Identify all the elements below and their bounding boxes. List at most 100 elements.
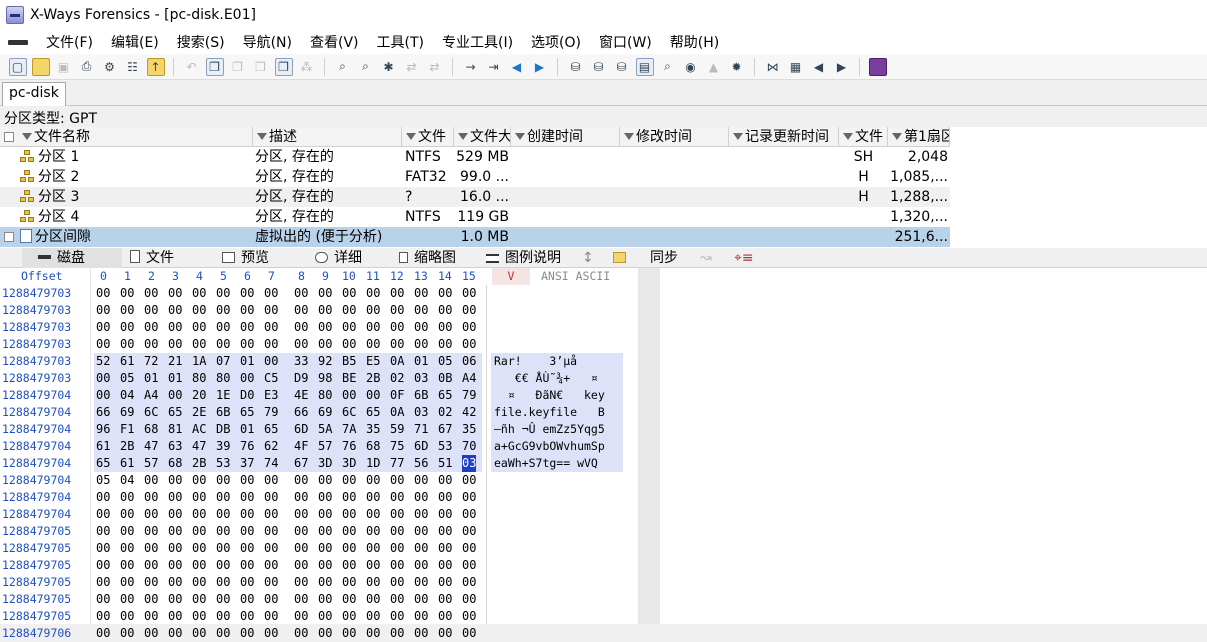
menu-navigation[interactable]: 导航(N) [234, 30, 301, 54]
hex-byte[interactable]: 00 [96, 557, 110, 574]
up-down-icon[interactable]: ↕ [582, 248, 596, 268]
hex-byte[interactable]: AC [192, 421, 206, 438]
hex-byte[interactable]: 00 [414, 591, 428, 608]
hex-byte[interactable]: 00 [96, 387, 110, 404]
hex-byte[interactable]: 00 [168, 319, 182, 336]
hex-byte[interactable]: 00 [414, 302, 428, 319]
help-book-icon[interactable] [868, 57, 887, 76]
hex-byte[interactable]: 00 [342, 608, 356, 625]
hex-byte[interactable]: 00 [390, 285, 404, 302]
hex-byte[interactable]: 00 [264, 319, 278, 336]
hex-byte[interactable]: 00 [390, 625, 404, 642]
hex-byte[interactable]: 00 [192, 319, 206, 336]
hex-byte[interactable]: 00 [120, 489, 134, 506]
hex-byte[interactable]: 81 [168, 421, 182, 438]
hex-byte[interactable]: A4 [144, 387, 158, 404]
filter-icon[interactable] [843, 133, 853, 140]
hex-byte[interactable]: 00 [438, 625, 452, 642]
menu-search[interactable]: 搜索(S) [168, 30, 234, 54]
hex-byte[interactable]: 00 [366, 608, 380, 625]
filter-icon[interactable] [624, 133, 634, 140]
hex-byte[interactable]: 6B [414, 387, 428, 404]
hex-byte[interactable]: 00 [264, 557, 278, 574]
hex-byte[interactable]: 00 [144, 540, 158, 557]
hex-byte[interactable]: 67 [438, 421, 452, 438]
hex-byte[interactable]: 07 [216, 353, 230, 370]
hex-byte[interactable]: 00 [390, 523, 404, 540]
hex-byte[interactable]: 2B [120, 438, 134, 455]
hex-byte[interactable]: 68 [144, 421, 158, 438]
menu-specialist[interactable]: 专业工具(I) [433, 30, 522, 54]
hex-byte[interactable]: 00 [144, 625, 158, 642]
hex-byte[interactable]: 1A [192, 353, 206, 370]
hex-byte[interactable]: 00 [216, 540, 230, 557]
hex-byte[interactable]: 00 [264, 353, 278, 370]
hex-byte[interactable]: B5 [342, 353, 356, 370]
hex-byte[interactable]: 1E [216, 387, 230, 404]
hex-byte[interactable]: 51 [438, 455, 452, 472]
sync-button[interactable]: 同步 [650, 248, 690, 268]
hex-byte[interactable]: 00 [216, 574, 230, 591]
hex-byte[interactable]: 00 [144, 336, 158, 353]
hex-byte[interactable]: 00 [96, 336, 110, 353]
hex-byte[interactable]: 00 [414, 472, 428, 489]
filter-icon[interactable] [257, 133, 267, 140]
tab-gallery[interactable]: 缩略图 [399, 248, 489, 268]
hex-byte[interactable]: 01 [240, 421, 254, 438]
hex-byte[interactable]: 00 [462, 574, 476, 591]
hex-byte[interactable]: 00 [240, 608, 254, 625]
explorer-icon[interactable] [613, 248, 631, 268]
hex-byte[interactable]: 35 [462, 421, 476, 438]
hex-byte[interactable]: 00 [216, 591, 230, 608]
hex-byte[interactable]: 00 [462, 625, 476, 642]
hex-byte[interactable]: 00 [414, 574, 428, 591]
ascii-text[interactable]: a+GcG9vbOWvhumSp [494, 438, 605, 455]
camera-icon[interactable]: ◉ [682, 58, 700, 76]
hex-byte[interactable]: 00 [366, 523, 380, 540]
hex-byte[interactable]: 00 [168, 489, 182, 506]
hex-byte[interactable]: 01 [144, 370, 158, 387]
column-header-modified[interactable]: 修改时间 [620, 127, 729, 147]
image-icon[interactable]: ⛁ [590, 58, 608, 76]
hex-byte[interactable]: 00 [342, 285, 356, 302]
hex-byte[interactable]: 72 [144, 353, 158, 370]
hex-byte[interactable]: 6C [144, 404, 158, 421]
hex-byte[interactable]: 04 [120, 472, 134, 489]
hex-byte[interactable]: 00 [414, 506, 428, 523]
hex-byte[interactable]: 66 [294, 404, 308, 421]
hex-byte[interactable]: 00 [240, 523, 254, 540]
hex-byte[interactable]: 00 [264, 574, 278, 591]
hex-byte[interactable]: 2B [366, 370, 380, 387]
column-header-record-changed[interactable]: 记录更新时间 [729, 127, 839, 147]
hex-byte[interactable]: 05 [438, 353, 452, 370]
hex-byte[interactable]: 00 [390, 574, 404, 591]
hex-byte[interactable]: A4 [462, 370, 476, 387]
hex-byte[interactable]: 56 [414, 455, 428, 472]
hex-byte[interactable]: 00 [294, 574, 308, 591]
hex-byte[interactable]: 00 [264, 608, 278, 625]
menu-file[interactable]: 文件(F) [37, 30, 102, 54]
goto-sector-icon[interactable]: ⇥ [485, 58, 503, 76]
column-header-first-sector[interactable]: 第1扇区 [888, 127, 950, 147]
undo-icon[interactable]: ↶ [183, 58, 201, 76]
table-row[interactable]: 分区 1 分区, 存在的 NTFS 529 MB SH 2,048 [0, 147, 950, 167]
hex-byte[interactable]: 00 [168, 285, 182, 302]
hex-byte[interactable]: 00 [462, 523, 476, 540]
hex-byte[interactable]: 00 [390, 506, 404, 523]
hex-byte[interactable]: 00 [390, 591, 404, 608]
hex-byte[interactable]: 00 [96, 370, 110, 387]
hex-byte[interactable]: 00 [438, 506, 452, 523]
hex-byte[interactable]: 68 [366, 438, 380, 455]
hex-byte[interactable]: 00 [168, 625, 182, 642]
row-checkbox[interactable] [4, 232, 14, 242]
hex-byte[interactable]: 0F [390, 387, 404, 404]
hex-byte[interactable]: 00 [342, 574, 356, 591]
hex-byte[interactable]: 00 [96, 540, 110, 557]
hex-byte[interactable]: 00 [318, 319, 332, 336]
hex-byte[interactable]: 00 [144, 472, 158, 489]
hex-byte[interactable]: 00 [366, 387, 380, 404]
hex-byte[interactable]: 75 [390, 438, 404, 455]
hex-byte[interactable]: 00 [96, 285, 110, 302]
hex-byte[interactable]: 00 [414, 336, 428, 353]
filter-icon[interactable] [458, 133, 468, 140]
